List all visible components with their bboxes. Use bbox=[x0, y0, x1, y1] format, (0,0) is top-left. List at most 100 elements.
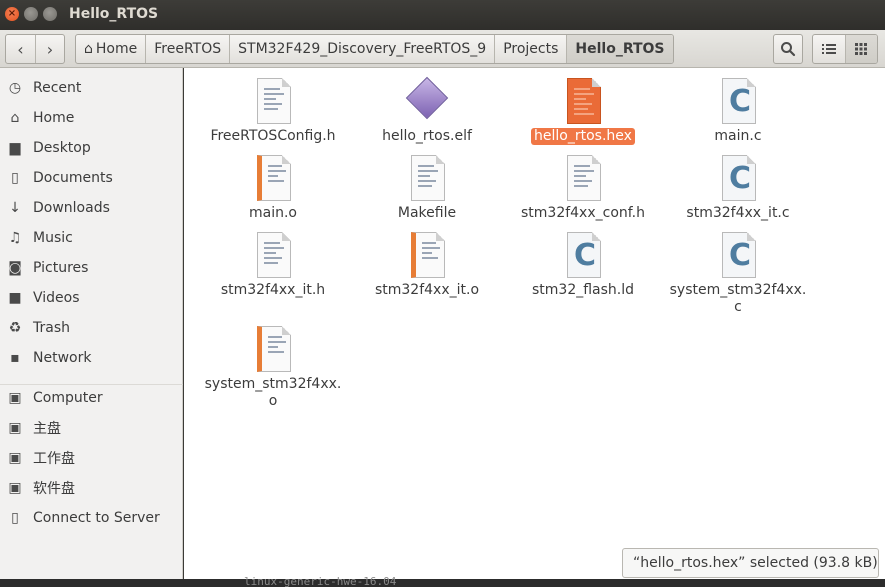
grid-view-button[interactable] bbox=[844, 35, 877, 63]
sidebar-item-trash[interactable]: ♻ Trash bbox=[0, 315, 183, 341]
file-grid: FreeRTOSConfig.h hello_rtos.elf hello_rt… bbox=[184, 68, 885, 579]
sidebar-item-work-disk[interactable]: ▣ 工作盘 bbox=[0, 445, 183, 471]
breadcrumb-home[interactable]: ⌂ Home bbox=[76, 35, 145, 63]
text-file-icon bbox=[255, 232, 291, 278]
file-item-selected[interactable]: hello_rtos.hex bbox=[505, 78, 661, 145]
file-name: hello_rtos.hex bbox=[531, 128, 635, 145]
sidebar-item-videos[interactable]: ■ Videos bbox=[0, 285, 183, 311]
list-icon bbox=[821, 44, 836, 54]
breadcrumb-stm32-discovery[interactable]: STM32F429_Discovery_FreeRTOS_9 bbox=[229, 35, 494, 63]
file-item[interactable]: C main.c bbox=[660, 78, 816, 145]
back-button[interactable]: ‹ bbox=[6, 35, 35, 63]
sidebar-item-label: Desktop bbox=[33, 140, 91, 156]
file-name: stm32f4xx_it.h bbox=[220, 282, 326, 298]
home-icon: ⌂ bbox=[10, 110, 20, 126]
sidebar-item-network[interactable]: ▪ Network bbox=[0, 345, 183, 371]
grid-icon bbox=[855, 43, 868, 55]
object-file-icon bbox=[255, 155, 291, 201]
music-icon: ♫ bbox=[8, 230, 22, 246]
terminal-text: linux-generic-hwe-16.04 bbox=[244, 575, 397, 587]
network-icon: ▪ bbox=[10, 350, 20, 366]
file-item[interactable]: main.o bbox=[195, 155, 351, 222]
document-icon: ▯ bbox=[11, 170, 19, 186]
sidebar-item-label: Videos bbox=[33, 290, 80, 306]
sidebar-item-label: Trash bbox=[33, 320, 70, 336]
sidebar-item-pictures[interactable]: ◙ Pictures bbox=[0, 255, 183, 281]
list-view-button[interactable] bbox=[813, 35, 845, 63]
window-title: Hello_RTOS bbox=[69, 6, 159, 22]
object-file-icon bbox=[409, 232, 445, 278]
download-icon: ↓ bbox=[9, 200, 21, 216]
text-file-icon bbox=[409, 155, 445, 201]
file-name: hello_rtos.elf bbox=[382, 128, 472, 144]
sidebar-item-main-disk[interactable]: ▣ 主盘 bbox=[0, 415, 183, 441]
hex-file-icon bbox=[565, 78, 601, 124]
sidebar-item-recent[interactable]: ◷ Recent bbox=[0, 75, 183, 101]
maximize-icon[interactable] bbox=[43, 7, 57, 21]
text-file-icon bbox=[565, 155, 601, 201]
sidebar-item-label: 工作盘 bbox=[33, 451, 75, 467]
status-overlay: “hello_rtos.hex” selected (93.8 kB) bbox=[622, 548, 879, 578]
breadcrumb: ⌂ Home FreeRTOS STM32F429_Discovery_Free… bbox=[75, 34, 674, 64]
toolbar: ‹ › ⌂ Home FreeRTOS STM32F429_Discovery_… bbox=[0, 30, 885, 68]
sidebar-item-documents[interactable]: ▯ Documents bbox=[0, 165, 183, 191]
sidebar-item-label: Home bbox=[33, 110, 75, 126]
breadcrumb-freertos[interactable]: FreeRTOS bbox=[145, 35, 229, 63]
sidebar-item-label: Computer bbox=[33, 390, 103, 406]
sidebar-item-downloads[interactable]: ↓ Downloads bbox=[0, 195, 183, 221]
breadcrumb-hello-rtos[interactable]: Hello_RTOS bbox=[566, 35, 673, 63]
minimize-icon[interactable] bbox=[24, 7, 38, 21]
drive-icon: ▣ bbox=[8, 390, 22, 406]
folder-icon: ▆ bbox=[9, 140, 21, 156]
sidebar-item-label: Network bbox=[33, 350, 92, 366]
sidebar-item-label: Downloads bbox=[33, 200, 110, 216]
trash-icon: ♻ bbox=[8, 320, 22, 336]
drive-icon: ▣ bbox=[8, 450, 22, 466]
sidebar-item-computer[interactable]: ▣ Computer bbox=[0, 385, 183, 411]
clock-icon: ◷ bbox=[8, 80, 22, 96]
executable-file-icon bbox=[405, 76, 449, 124]
file-item[interactable]: Makefile bbox=[349, 155, 505, 222]
file-name: main.c bbox=[714, 128, 762, 144]
text-file-icon bbox=[255, 78, 291, 124]
file-item[interactable]: stm32f4xx_conf.h bbox=[505, 155, 661, 222]
file-item[interactable]: FreeRTOSConfig.h bbox=[195, 78, 351, 145]
file-name: stm32f4xx_it.o bbox=[374, 282, 480, 298]
drive-icon: ▣ bbox=[8, 480, 22, 496]
file-name: stm32f4xx_it.c bbox=[686, 205, 790, 221]
c-source-file-icon: C bbox=[720, 78, 756, 124]
sidebar: ◷ Recent ⌂ Home ▆ Desktop ▯ Documents ↓ Downl… bbox=[0, 68, 183, 579]
view-switcher bbox=[812, 34, 878, 64]
file-item[interactable]: C stm32f4xx_it.c bbox=[660, 155, 816, 222]
search-button[interactable] bbox=[773, 34, 803, 64]
c-source-file-icon: C bbox=[720, 232, 756, 278]
server-icon: ▯ bbox=[11, 510, 19, 526]
file-item[interactable]: hello_rtos.elf bbox=[349, 76, 505, 145]
sidebar-item-music[interactable]: ♫ Music bbox=[0, 225, 183, 251]
breadcrumb-projects[interactable]: Projects bbox=[494, 35, 566, 63]
sidebar-item-label: Documents bbox=[33, 170, 113, 186]
nav-buttons: ‹ › bbox=[5, 34, 65, 64]
chevron-left-icon: ‹ bbox=[17, 39, 24, 59]
sidebar-item-label: Pictures bbox=[33, 260, 89, 276]
file-name: system_stm32f4xx.o bbox=[204, 376, 342, 409]
background-terminal bbox=[0, 579, 885, 587]
video-icon: ■ bbox=[8, 290, 22, 306]
file-item[interactable]: stm32f4xx_it.h bbox=[195, 232, 351, 299]
file-item[interactable]: C stm32_flash.ld bbox=[505, 232, 661, 299]
close-icon[interactable]: × bbox=[5, 7, 19, 21]
file-item[interactable]: system_stm32f4xx.o bbox=[195, 326, 351, 410]
file-name: FreeRTOSConfig.h bbox=[210, 128, 336, 144]
sidebar-item-software-disk[interactable]: ▣ 软件盘 bbox=[0, 475, 183, 501]
sidebar-item-connect-to-server[interactable]: ▯ Connect to Server bbox=[0, 505, 183, 531]
file-item[interactable]: stm32f4xx_it.o bbox=[349, 232, 505, 299]
forward-button[interactable]: › bbox=[35, 35, 64, 63]
c-source-file-icon: C bbox=[565, 232, 601, 278]
file-item[interactable]: C system_stm32f4xx.c bbox=[660, 232, 816, 316]
breadcrumb-label: Home bbox=[95, 41, 138, 57]
sidebar-item-desktop[interactable]: ▆ Desktop bbox=[0, 135, 183, 161]
title-bar: × Hello_RTOS bbox=[0, 0, 885, 30]
sidebar-item-label: Recent bbox=[33, 80, 82, 96]
chevron-right-icon: › bbox=[46, 39, 54, 59]
sidebar-item-home[interactable]: ⌂ Home bbox=[0, 105, 183, 131]
